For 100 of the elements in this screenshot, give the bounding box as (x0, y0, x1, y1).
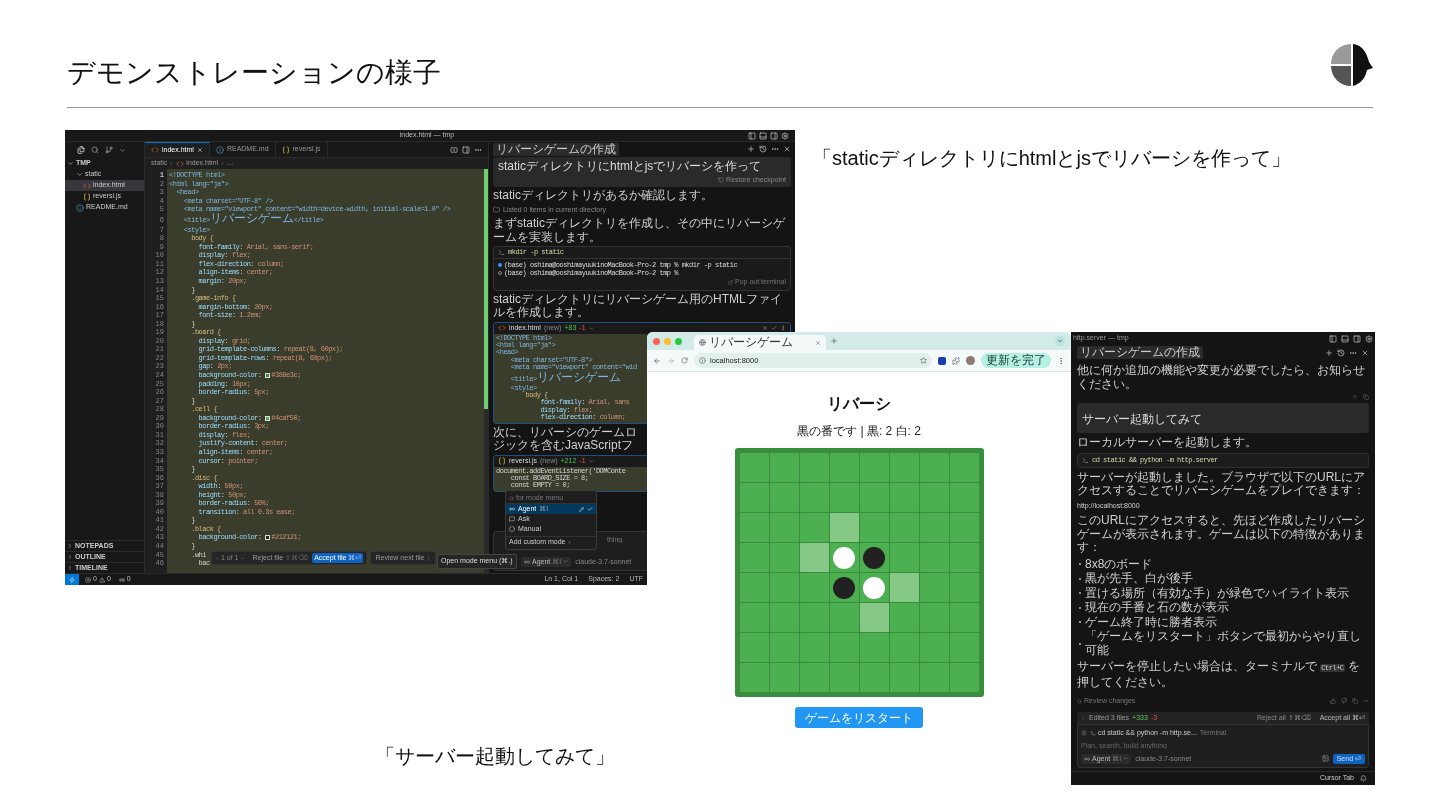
settings-icon[interactable] (1365, 334, 1373, 343)
history-icon[interactable] (759, 145, 767, 153)
board-cell[interactable] (919, 573, 949, 602)
copy-icon[interactable] (1352, 698, 1358, 705)
board-cell[interactable] (799, 603, 829, 632)
board-cell[interactable] (739, 573, 769, 602)
new-chat-icon[interactable] (1325, 348, 1333, 357)
board-cell[interactable] (769, 633, 799, 662)
board-cell[interactable] (799, 453, 829, 482)
board-cell[interactable] (919, 543, 949, 572)
tab-list-button[interactable] (1055, 336, 1065, 346)
chat-title-chip[interactable]: リバーシゲームの作成 (493, 142, 619, 156)
board-cell[interactable] (949, 513, 979, 542)
chat-panel-toggle-icon[interactable] (770, 131, 778, 140)
sidebar-toggle-icon[interactable] (1329, 334, 1337, 343)
board-cell[interactable] (769, 543, 799, 572)
board-cell[interactable] (919, 633, 949, 662)
board-cell[interactable] (829, 663, 859, 692)
board-cell[interactable] (769, 573, 799, 602)
board-cell[interactable] (859, 603, 889, 632)
board-cell[interactable] (769, 483, 799, 512)
board-cell[interactable] (739, 633, 769, 662)
board-cell[interactable] (889, 483, 919, 512)
board-cell[interactable] (949, 663, 979, 692)
files-icon[interactable] (77, 146, 85, 154)
board-cell[interactable] (769, 513, 799, 542)
close-window-icon[interactable] (653, 337, 660, 345)
board-cell[interactable] (949, 453, 979, 482)
board-cell[interactable] (889, 513, 919, 542)
board-cell[interactable] (829, 573, 859, 602)
branch-icon[interactable] (105, 146, 113, 154)
board-cell[interactable] (769, 453, 799, 482)
board-cell[interactable] (829, 513, 859, 542)
board-cell[interactable] (799, 513, 829, 542)
board-cell[interactable] (889, 633, 919, 662)
board-cell[interactable] (949, 573, 979, 602)
chat-panel-toggle-icon[interactable] (1353, 334, 1361, 343)
remote-button[interactable] (65, 574, 79, 585)
board-cell[interactable] (799, 483, 829, 512)
board-cell[interactable] (919, 483, 949, 512)
board-cell[interactable] (949, 603, 979, 632)
close-icon[interactable] (196, 147, 203, 153)
copy-icon[interactable] (1363, 394, 1369, 400)
board-cell[interactable] (739, 663, 769, 692)
board-cell[interactable] (919, 603, 949, 632)
avatar[interactable] (966, 356, 975, 365)
preview-icon[interactable] (450, 145, 458, 154)
reject-icon[interactable] (762, 325, 768, 331)
board-cell[interactable] (919, 663, 949, 692)
panel-toggle-icon[interactable] (759, 131, 767, 140)
board-cell[interactable] (799, 633, 829, 662)
board-cell[interactable] (859, 453, 889, 482)
new-chat-icon[interactable] (747, 145, 755, 153)
board-cell[interactable] (829, 543, 859, 572)
update-button[interactable]: 更新を完了 (981, 353, 1051, 368)
more-icon[interactable] (771, 145, 779, 153)
board-cell[interactable] (739, 543, 769, 572)
bookmark-star-icon[interactable] (920, 357, 927, 364)
board-cell[interactable] (859, 663, 889, 692)
back-icon[interactable] (653, 356, 661, 365)
notifications-icon[interactable] (1360, 775, 1367, 782)
accept-icon[interactable] (771, 325, 777, 331)
board-cell[interactable] (769, 603, 799, 632)
board-cell[interactable] (859, 573, 889, 602)
board-cell[interactable] (799, 543, 829, 572)
board-cell[interactable] (919, 453, 949, 482)
board-cell[interactable] (889, 543, 919, 572)
chevron-down-icon[interactable] (119, 146, 126, 154)
minimize-window-icon[interactable] (664, 337, 671, 345)
forward-icon[interactable] (667, 356, 675, 365)
edit-icon[interactable] (579, 506, 584, 512)
thumbs-down-icon[interactable] (1341, 698, 1347, 705)
board-cell[interactable] (799, 663, 829, 692)
browser-tab[interactable]: リバーシゲーム (694, 335, 826, 350)
close-icon[interactable] (1361, 348, 1369, 357)
board-cell[interactable] (859, 513, 889, 542)
board-cell[interactable] (949, 543, 979, 572)
search-icon[interactable] (91, 146, 99, 154)
board-cell[interactable] (739, 603, 769, 632)
more-icon[interactable] (780, 325, 786, 331)
split-editor-icon[interactable] (462, 145, 470, 154)
board-cell[interactable] (889, 603, 919, 632)
maximize-window-icon[interactable] (675, 337, 682, 345)
board-cell[interactable] (829, 483, 859, 512)
panel-toggle-icon[interactable] (1341, 334, 1349, 343)
board-cell[interactable] (859, 543, 889, 572)
board-cell[interactable] (739, 453, 769, 482)
board-cell[interactable] (859, 483, 889, 512)
scroll-up-icon[interactable] (1352, 394, 1358, 400)
board-cell[interactable] (769, 663, 799, 692)
settings-icon[interactable] (781, 131, 789, 140)
reload-icon[interactable] (681, 357, 688, 364)
board-cell[interactable] (949, 633, 979, 662)
board-cell[interactable] (739, 513, 769, 542)
board-cell[interactable] (829, 633, 859, 662)
extension-icon[interactable] (938, 356, 946, 365)
new-tab-icon[interactable] (830, 337, 838, 345)
board-cell[interactable] (889, 453, 919, 482)
board-cell[interactable] (949, 483, 979, 512)
board-cell[interactable] (859, 633, 889, 662)
